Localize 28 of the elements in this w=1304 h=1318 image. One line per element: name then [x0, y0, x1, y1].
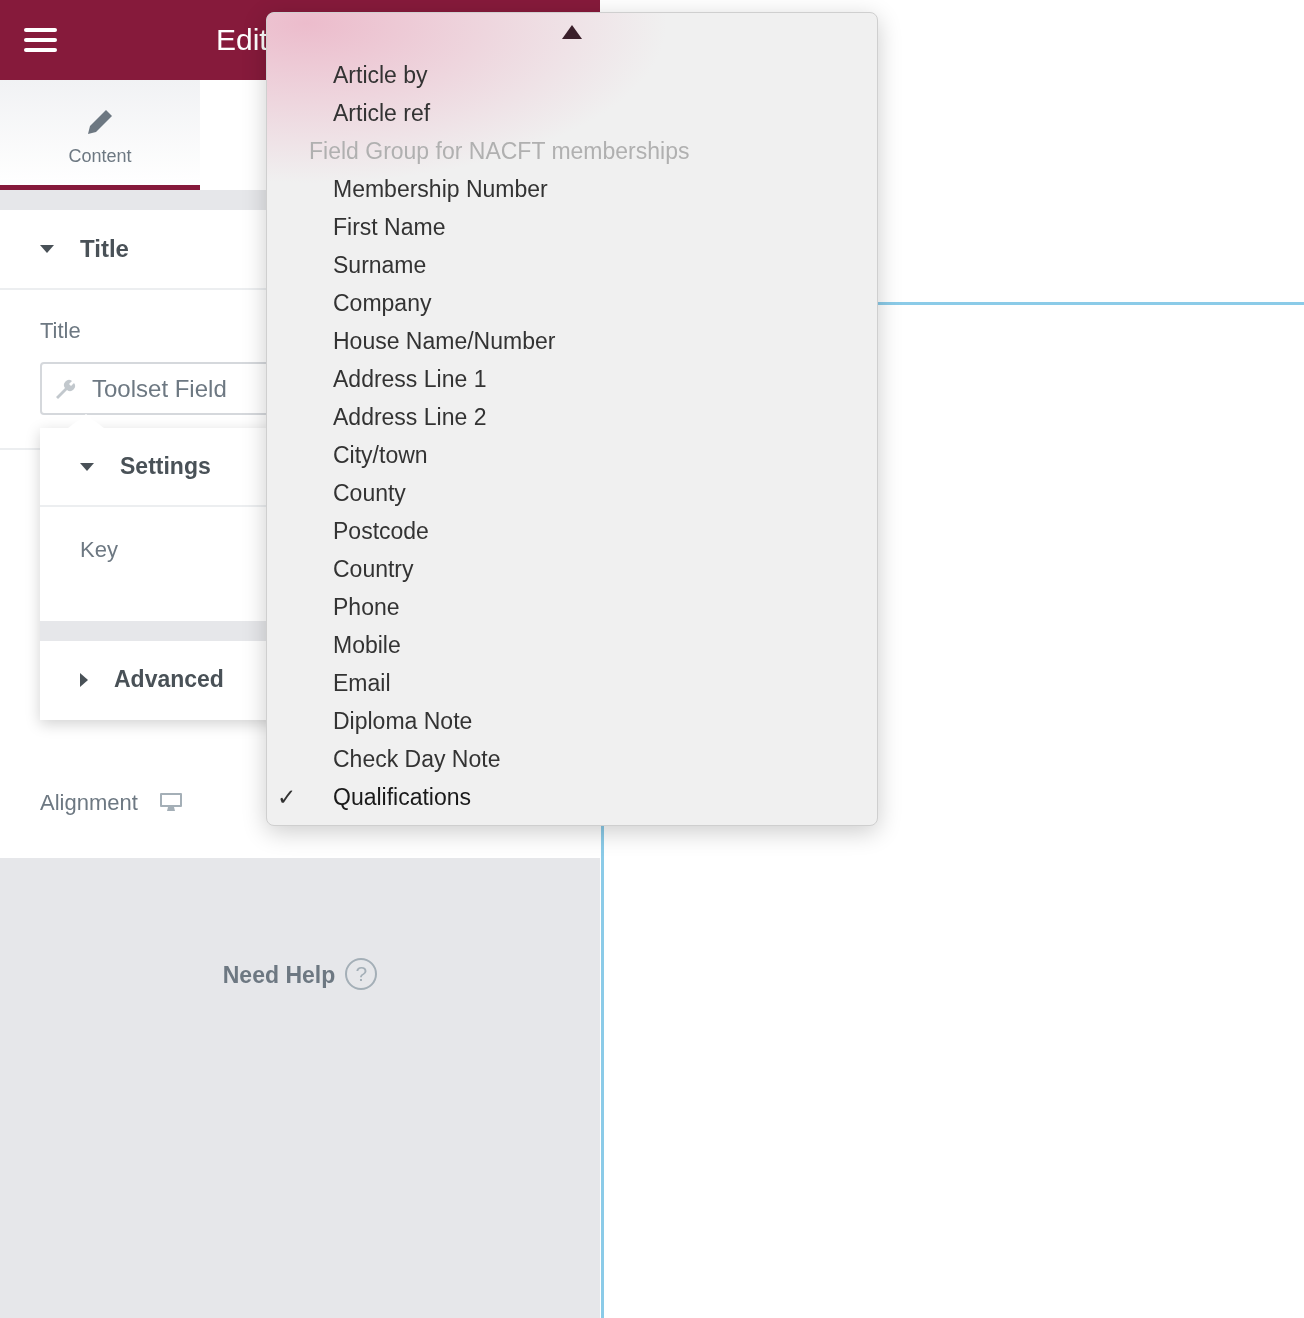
- caret-down-icon: [80, 462, 94, 471]
- dropdown-option[interactable]: Phone: [267, 588, 877, 626]
- dropdown-option[interactable]: Country: [267, 550, 877, 588]
- alignment-label: Alignment: [40, 790, 138, 816]
- option-group-label: Field Group for NACFT memberships: [308, 136, 691, 166]
- dropdown-option[interactable]: Address Line 1: [267, 360, 877, 398]
- panel-title: Edit: [216, 23, 268, 57]
- dropdown-option[interactable]: Membership Number: [267, 170, 877, 208]
- help-link[interactable]: Need Help: [222, 958, 336, 992]
- menu-icon[interactable]: [24, 28, 57, 52]
- dropdown-option[interactable]: First Name: [267, 208, 877, 246]
- field-label: Key: [80, 537, 118, 564]
- check-icon: ✓: [277, 783, 333, 811]
- content-tab[interactable]: Content: [0, 80, 200, 190]
- dropdown-option[interactable]: Company: [267, 284, 877, 322]
- dropdown-option[interactable]: Surname: [267, 246, 877, 284]
- dropdown-option[interactable]: House Name/Number: [267, 322, 877, 360]
- dropdown-option[interactable]: Postcode: [267, 512, 877, 550]
- caret-down-icon: [40, 245, 54, 253]
- dropdown-option[interactable]: Article by: [267, 56, 877, 94]
- scroll-up-icon[interactable]: [562, 25, 582, 39]
- dropdown-option[interactable]: Article ref: [267, 94, 877, 132]
- pencil-icon: [86, 107, 114, 136]
- caret-right-icon: [80, 672, 88, 687]
- dropdown-option[interactable]: Check Day Note: [267, 740, 877, 778]
- dropdown-option[interactable]: ✓ Qualifications: [267, 778, 877, 816]
- field-label: Title: [40, 318, 81, 344]
- wrench-icon: [54, 377, 76, 400]
